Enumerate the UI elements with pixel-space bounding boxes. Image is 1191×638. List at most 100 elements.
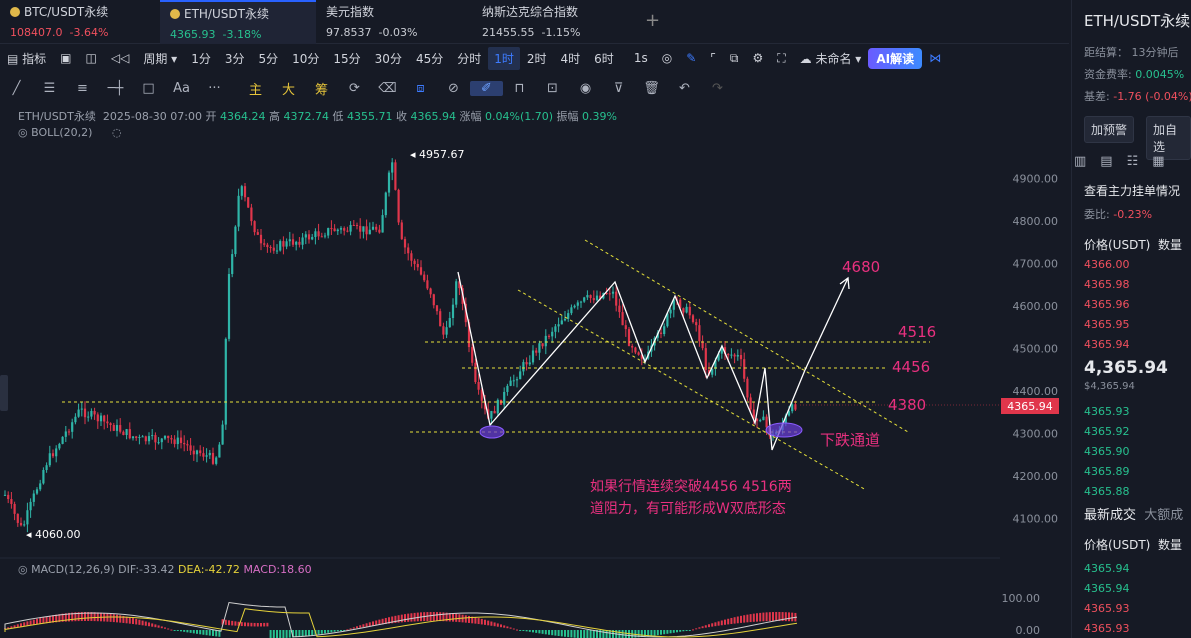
copy-icon[interactable]: ⧉: [723, 51, 746, 66]
interval-1m[interactable]: 1分: [184, 50, 218, 67]
candle-body: [51, 453, 55, 457]
interval-2h[interactable]: 2时: [520, 50, 554, 67]
tab-change: -1.15%: [541, 26, 581, 39]
tab-dxy[interactable]: 美元指数 97.8537 -0.03%: [316, 0, 472, 44]
hline-icon[interactable]: ─┼: [99, 81, 132, 96]
tab-btc[interactable]: BTC/USDT永续 108407.0 -3.64%: [0, 0, 160, 44]
more-tools[interactable]: ···: [198, 81, 231, 96]
ask-price[interactable]: 4365.94: [1084, 335, 1130, 355]
candle-body: [80, 408, 83, 410]
interval-4h[interactable]: 4时: [554, 50, 588, 67]
ai-button[interactable]: AI解读: [868, 47, 923, 69]
replay-icon[interactable]: ◁◁: [104, 51, 136, 65]
macd-bar: [308, 630, 310, 636]
trades-tab[interactable]: 最新成交: [1084, 508, 1136, 523]
text-tool[interactable]: Aa: [165, 81, 198, 96]
big-trades-tab[interactable]: 大额成: [1144, 508, 1183, 523]
interval-3m[interactable]: 3分: [218, 50, 252, 67]
candle-body: [327, 228, 330, 236]
template-icon[interactable]: ▣: [53, 51, 78, 65]
macd-bar: [32, 619, 35, 625]
channel-icon[interactable]: ≡: [66, 81, 99, 96]
undo-icon[interactable]: ↶: [668, 81, 701, 96]
price-chart[interactable]: 5000.00 4900.00 4800.00 4700.00 4600.00 4500.…: [0, 140, 1069, 638]
add-alert-button[interactable]: 加预警: [1084, 116, 1135, 143]
book-view-icons[interactable]: ▥▤☷▦: [1074, 154, 1179, 169]
eraser-icon[interactable]: ⌫: [371, 81, 404, 96]
boll-legend[interactable]: ◎ BOLL(20,2) ◌: [18, 126, 122, 139]
tool-main[interactable]: 主: [239, 79, 272, 98]
tool-chip[interactable]: 筹: [305, 79, 338, 98]
tab-eth[interactable]: ETH/USDT永续 4365.93 -3.18%: [160, 0, 316, 44]
interval-timeline[interactable]: 分时: [450, 50, 488, 67]
candle-body: [269, 247, 272, 249]
macd-bar: [20, 623, 22, 627]
interval-6h[interactable]: 6时: [587, 50, 621, 67]
layout-icon[interactable]: ◫: [79, 51, 104, 65]
bid-price[interactable]: 4365.89: [1084, 462, 1130, 482]
ask-price[interactable]: 4365.98: [1084, 275, 1130, 295]
camera-icon[interactable]: ◎: [655, 51, 679, 65]
price-axis-label: 4100.00: [1013, 513, 1059, 526]
macd-bar: [740, 615, 742, 623]
redo-icon[interactable]: ↷: [701, 81, 734, 96]
trash-icon[interactable]: 🗑: [635, 81, 668, 96]
pen-icon[interactable]: ✎: [679, 51, 703, 65]
macd-bar: [749, 614, 752, 623]
tab-nasdaq[interactable]: 纳斯达克综合指数 21455.55 -1.15%: [472, 0, 632, 44]
candle-body: [240, 186, 243, 196]
candle-body: [490, 411, 493, 419]
bid-price[interactable]: 4365.93: [1084, 402, 1130, 422]
macd-bar: [487, 620, 490, 626]
ruler-icon[interactable]: ⊘: [437, 81, 470, 96]
add-tab-icon[interactable]: +: [645, 10, 660, 31]
interval-15m[interactable]: 15分: [326, 50, 367, 67]
ask-price[interactable]: 4365.96: [1084, 295, 1130, 315]
trendline-icon[interactable]: ╱: [0, 81, 33, 96]
eye-icon[interactable]: ◉: [569, 81, 602, 96]
magnet-icon[interactable]: ⊓: [503, 81, 536, 96]
candle-body: [135, 436, 138, 438]
period-dropdown[interactable]: 周期 ▾: [136, 50, 184, 67]
macd-bar: [698, 627, 701, 629]
macd-bar: [29, 620, 32, 626]
macd-bar: [180, 630, 182, 632]
crop-icon[interactable]: ⌜: [703, 51, 723, 65]
cloud-layout[interactable]: ☁ 未命名 ▾: [793, 50, 869, 67]
candle-body: [218, 444, 221, 458]
hlines-icon[interactable]: ☰: [33, 81, 66, 96]
interval-1h[interactable]: 1时: [488, 46, 520, 70]
settings-icon[interactable]: ⚙: [745, 51, 770, 65]
trade-qty-col: 数量: [1157, 538, 1182, 552]
ask-price[interactable]: 4365.95: [1084, 315, 1130, 335]
bid-price[interactable]: 4365.90: [1084, 442, 1130, 462]
lock-icon[interactable]: ⊡: [536, 81, 569, 96]
fullscreen-icon[interactable]: ⛶: [770, 51, 792, 66]
interval-1s[interactable]: 1s: [627, 51, 655, 65]
brush-icon[interactable]: ✐: [470, 80, 503, 96]
tool-big[interactable]: 大: [272, 79, 305, 98]
sync-icon[interactable]: ⟳: [338, 81, 371, 96]
macd-bar: [701, 626, 704, 629]
bid-price[interactable]: 4365.92: [1084, 422, 1130, 442]
interval-5m[interactable]: 5分: [251, 50, 285, 67]
ask-price[interactable]: 4366.00: [1084, 255, 1130, 275]
candle-body: [743, 359, 746, 379]
interval-10m[interactable]: 10分: [285, 50, 326, 67]
candle-body: [253, 221, 256, 233]
indicator-button[interactable]: ▤ 指标: [0, 50, 53, 67]
candle-body: [551, 331, 554, 337]
share-icon[interactable]: ⋈: [922, 51, 948, 65]
candle-body: [749, 397, 752, 410]
interval-30m[interactable]: 30分: [368, 50, 409, 67]
macd-bar: [250, 622, 253, 627]
candle-body: [163, 435, 167, 439]
visibility-icon[interactable]: ◌: [112, 126, 122, 139]
candle-body: [314, 231, 317, 238]
bid-price[interactable]: 4365.88: [1084, 482, 1130, 502]
rect-icon[interactable]: □: [132, 81, 165, 96]
select-icon[interactable]: ⧈: [404, 81, 437, 96]
interval-45m[interactable]: 45分: [409, 50, 450, 67]
filter-icon[interactable]: ⊽: [602, 81, 635, 96]
depth-title[interactable]: 查看主力挂单情况: [1084, 182, 1180, 199]
